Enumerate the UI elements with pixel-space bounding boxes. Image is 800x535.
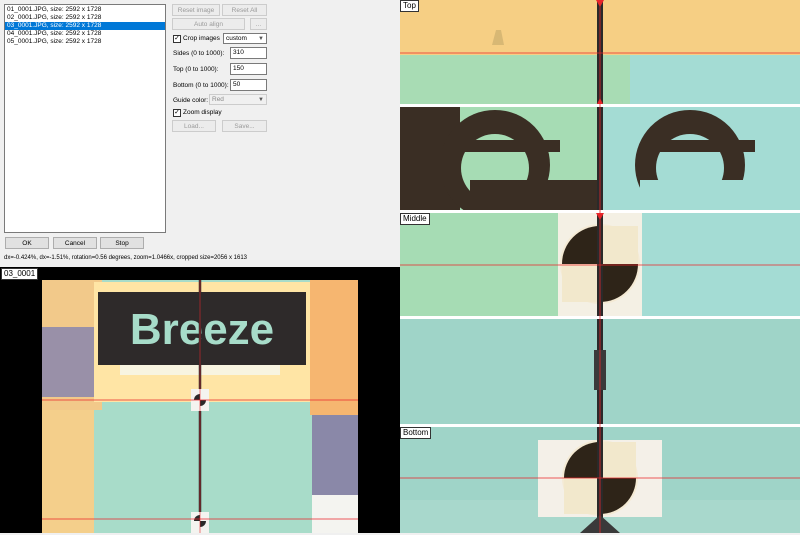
guide-color-value: Red (212, 96, 224, 103)
auto-align-button[interactable]: Auto align (172, 18, 245, 30)
reset-all-button[interactable]: Reset All (222, 4, 267, 16)
file-item-selected[interactable]: 03_0001.JPG, size: 2592 x 1728 (5, 22, 165, 30)
bottom-label: Bottom (0 to 1000): (173, 82, 229, 89)
top-label: Top (0 to 1000): (173, 66, 219, 73)
zoom-display-checkbox[interactable]: ✓ (173, 109, 181, 117)
zoom-display-label: Zoom display (183, 109, 222, 116)
file-item[interactable]: 02_0001.JPG, size: 2592 x 1728 (5, 14, 165, 22)
reset-image-button[interactable]: Reset image (172, 4, 220, 16)
preview-image: Breeze (42, 280, 358, 533)
chevron-down-icon: ▼ (258, 97, 264, 103)
view-label-top: Top (400, 0, 419, 12)
chevron-down-icon: ▼ (258, 36, 264, 42)
crop-mode-value: custom (226, 35, 247, 42)
view-label-bottom: Bottom (400, 427, 432, 439)
preview-panel: Breeze 03_0001 (0, 267, 400, 533)
file-list[interactable]: 01_0001.JPG, size: 2592 x 1728 02_0001.J… (4, 4, 166, 233)
ok-button[interactable]: OK (5, 237, 49, 249)
load-button[interactable]: Load... (172, 120, 216, 132)
guide-color-label: Guide color: (173, 97, 209, 104)
crop-images-checkbox[interactable]: ✓ (173, 35, 181, 43)
file-item[interactable]: 01_0001.JPG, size: 2592 x 1728 (5, 6, 165, 14)
file-item[interactable]: 05_0001.JPG, size: 2592 x 1728 (5, 38, 165, 46)
sign-text: Breeze (130, 305, 274, 354)
status-text: dx=-0.424%, dx=-1.51%, rotation=0.56 deg… (4, 255, 247, 261)
sides-input[interactable]: 310 (230, 47, 267, 59)
cancel-button[interactable]: Cancel (53, 237, 97, 249)
save-button[interactable]: Save... (222, 120, 267, 132)
file-item[interactable]: 04_0001.JPG, size: 2592 x 1728 (5, 30, 165, 38)
crop-images-label: Crop images (183, 35, 220, 42)
stop-button[interactable]: Stop (100, 237, 144, 249)
more-options-button[interactable]: ... (250, 18, 267, 30)
bottom-input[interactable]: 50 (230, 79, 267, 91)
crop-mode-select[interactable]: custom ▼ (223, 33, 267, 44)
zoom-view: Top Middle Bottom (400, 0, 800, 533)
guide-color-select[interactable]: Red ▼ (209, 94, 267, 105)
preview-title: 03_0001 (1, 268, 39, 280)
sides-label: Sides (0 to 1000): (173, 50, 225, 57)
top-input[interactable]: 150 (230, 63, 267, 75)
zoom-image (400, 0, 800, 533)
view-label-middle: Middle (400, 213, 430, 225)
